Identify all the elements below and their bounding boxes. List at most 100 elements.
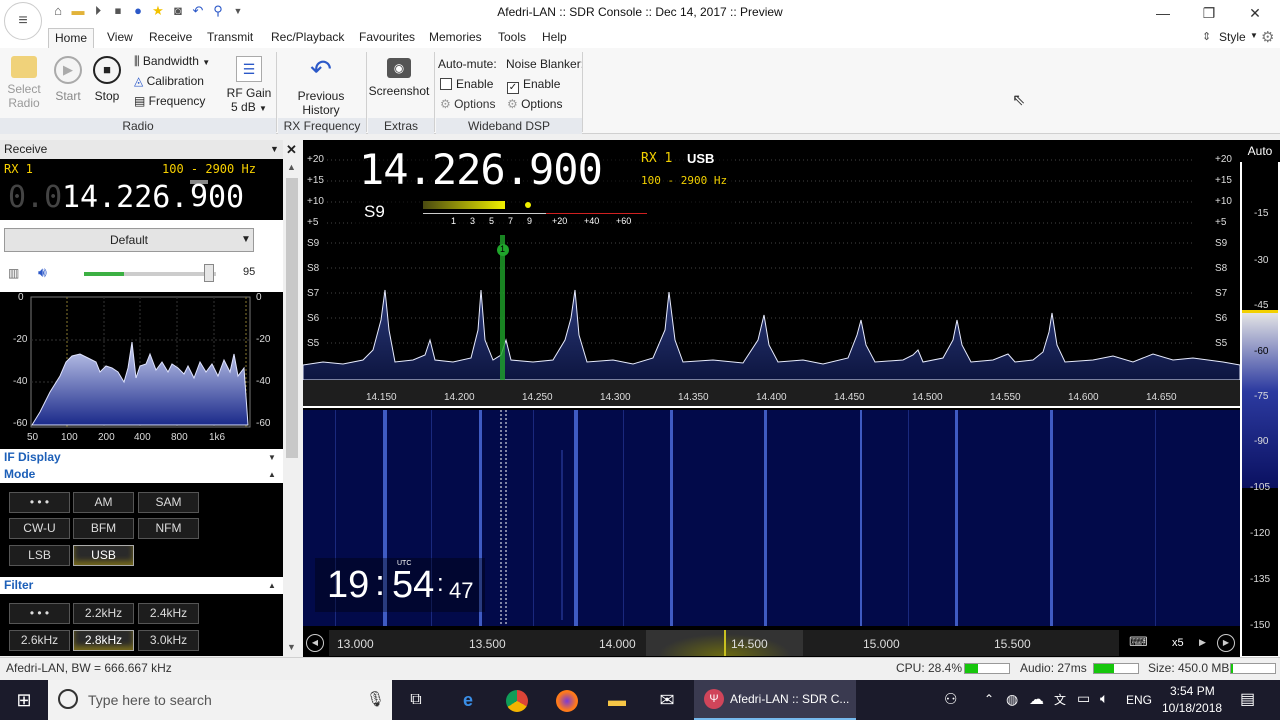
task-view-icon[interactable]: ⧉ — [392, 680, 440, 720]
freq-tick-label: 14.600 — [1068, 392, 1099, 403]
zoom-next-icon[interactable]: ▶ — [1199, 637, 1206, 648]
level-scale[interactable]: Auto -15 -30 -45 -60 -75 -90 -105 -120 -… — [1240, 140, 1280, 657]
gear-icon[interactable]: ⚙ — [1261, 28, 1274, 46]
mode-cw-u-button[interactable]: CW-U — [9, 518, 70, 539]
display-frequency[interactable]: 14.226.900 — [359, 145, 603, 194]
auto-button[interactable]: Auto — [1240, 140, 1280, 162]
microphone-icon[interactable]: 🎙︎ — [366, 690, 385, 708]
mode-usb-button[interactable]: USB — [73, 545, 134, 566]
cpu-meter — [964, 663, 1010, 674]
filter-3-0khz-button[interactable]: 3.0kHz — [138, 630, 199, 651]
rf-gain-button[interactable]: ☰ RF Gain 5 dB ▼ — [226, 54, 272, 114]
language-indicator[interactable]: ENG — [1126, 693, 1152, 707]
span-right-button[interactable]: ▶ — [1217, 634, 1235, 652]
taskbar-search[interactable]: Type here to search 🎙︎ — [48, 680, 392, 720]
mode-sam-button[interactable]: SAM — [138, 492, 199, 513]
mode-more-button[interactable]: • • • — [9, 492, 70, 513]
zoom-level[interactable]: x5 — [1172, 637, 1184, 649]
mode-lsb-button[interactable]: LSB — [9, 545, 70, 566]
style-menu[interactable]: Style — [1219, 30, 1246, 44]
network-icon[interactable]: ▭ — [1077, 690, 1090, 707]
left-scrollbar[interactable]: ▲ ▼ — [283, 160, 301, 656]
tab-favourites[interactable]: Favourites — [353, 26, 421, 48]
maximize-button[interactable]: ❐ — [1186, 0, 1232, 26]
tab-tools[interactable]: Tools — [492, 26, 532, 48]
calibration-button[interactable]: ◬ Calibration — [134, 74, 204, 88]
tray-app-icon[interactable]: ◍ — [1006, 691, 1018, 708]
tray-chevron-up-icon[interactable]: ⌃ — [984, 692, 994, 706]
spectrum-display[interactable]: 1 14.226.900 RX 1 USB 100 - 2900 Hz S9 1… — [303, 140, 1240, 657]
tab-home[interactable]: Home — [48, 28, 95, 49]
volume-slider-thumb[interactable] — [204, 264, 214, 282]
app-icon[interactable]: ≡ — [4, 2, 42, 40]
filter-2-8khz-button[interactable]: 2.8kHz — [73, 630, 134, 651]
filter-2-4khz-button[interactable]: 2.4kHz — [138, 603, 199, 624]
people-icon[interactable]: ⚇ — [944, 690, 957, 708]
style-dropdown-icon[interactable]: ▼ — [1250, 31, 1258, 40]
tab-transmit[interactable]: Transmit — [201, 26, 259, 48]
bars-icon[interactable]: ▥ — [8, 266, 19, 280]
bandwidth-button[interactable]: ⫼ Bandwidth ▼ — [134, 54, 210, 69]
tab-rec-playback[interactable]: Rec/Playback — [265, 26, 350, 48]
preset-dropdown[interactable]: Default ▼ — [4, 228, 254, 252]
filter-more-button[interactable]: • • • — [9, 603, 70, 624]
undo-icon: ↶ — [310, 54, 332, 84]
scrollbar-thumb[interactable] — [286, 178, 298, 458]
freq-cursor-digit[interactable]: 9 — [190, 180, 209, 212]
style-updown-icon[interactable]: ⇕ — [1202, 30, 1211, 43]
select-radio-button[interactable]: Select Radio — [6, 52, 42, 110]
camera-icon: ◉ — [387, 58, 411, 78]
minimize-button[interactable]: — — [1140, 0, 1186, 26]
scroll-down-icon[interactable]: ▼ — [287, 642, 296, 652]
frequency-button[interactable]: ▤ Frequency — [134, 94, 205, 108]
chrome-icon[interactable] — [493, 680, 541, 720]
if-display-header[interactable]: IF Display ▼ — [0, 449, 283, 466]
tab-memories[interactable]: Memories — [423, 26, 488, 48]
vfo-overlay[interactable]: 14.226.900 RX 1 USB 100 - 2900 Hz S9 1 3… — [355, 140, 735, 230]
speaker-icon[interactable]: 🔊︎ — [38, 264, 47, 281]
file-explorer-icon[interactable]: ▬ — [593, 680, 641, 720]
taskbar-date[interactable]: 10/18/2018 — [1162, 701, 1222, 715]
volume-icon[interactable]: 🔈︎ — [1100, 690, 1108, 707]
auto-mute-enable-checkbox[interactable]: Enable — [440, 77, 493, 91]
taskbar-time[interactable]: 3:54 PM — [1170, 684, 1215, 698]
tab-view[interactable]: View — [101, 26, 139, 48]
keyboard-icon[interactable]: ⌨ — [1129, 634, 1148, 650]
noise-blanker-options-button[interactable]: ⚙ Options — [507, 97, 562, 111]
tab-help[interactable]: Help — [536, 26, 573, 48]
span-bar[interactable]: ◀ 13.000 13.500 14.000 14.500 15.000 15.… — [303, 630, 1240, 656]
filter-2-6khz-button[interactable]: 2.6kHz — [9, 630, 70, 651]
tray-ime-icon[interactable]: 文 — [1054, 691, 1066, 708]
span-left-button[interactable]: ◀ — [306, 634, 324, 652]
audio-y-label: -60 — [13, 418, 28, 429]
vfo-frequency[interactable]: 0.0 14.226. 9 00 — [0, 170, 283, 220]
panel-dropdown-icon[interactable]: ▼ — [270, 140, 279, 159]
mode-header[interactable]: Mode ▲ — [0, 466, 283, 483]
noise-blanker-enable-checkbox[interactable]: ✓ Enable — [507, 77, 560, 94]
filter-header[interactable]: Filter ▲ — [0, 577, 283, 594]
panel-close-icon[interactable]: ✕ — [286, 140, 297, 159]
mail-icon[interactable]: ✉ — [643, 680, 691, 720]
receive-header: Receive ▼ ✕ — [0, 140, 297, 159]
edge-icon[interactable]: e — [444, 680, 492, 720]
mode-am-button[interactable]: AM — [73, 492, 134, 513]
mode-nfm-button[interactable]: NFM — [138, 518, 199, 539]
tab-receive[interactable]: Receive — [143, 26, 198, 48]
filter-2-2khz-button[interactable]: 2.2kHz — [73, 603, 134, 624]
scroll-up-icon[interactable]: ▲ — [287, 162, 296, 172]
audio-x-label: 50 — [27, 432, 39, 443]
taskbar-app-sdr-console[interactable]: Ψ Afedri-LAN :: SDR C... — [694, 680, 856, 720]
windows-start-icon[interactable]: ⊞ — [0, 680, 48, 720]
stop-button[interactable]: ■ Stop — [91, 56, 123, 103]
auto-mute-options-button[interactable]: ⚙ Options — [440, 97, 495, 111]
start-button[interactable]: ▶ Start — [52, 56, 84, 103]
mode-bfm-button[interactable]: BFM — [73, 518, 134, 539]
action-center-icon[interactable]: ▤ — [1240, 689, 1255, 709]
volume-slider[interactable] — [84, 264, 216, 282]
onedrive-icon[interactable]: ☁ — [1029, 690, 1044, 708]
firefox-circle — [556, 690, 578, 713]
audio-x-label: 800 — [171, 432, 188, 443]
firefox-icon[interactable] — [543, 680, 591, 720]
screenshot-button[interactable]: ◉ Screenshot — [368, 54, 430, 98]
close-button[interactable]: ✕ — [1232, 0, 1278, 26]
